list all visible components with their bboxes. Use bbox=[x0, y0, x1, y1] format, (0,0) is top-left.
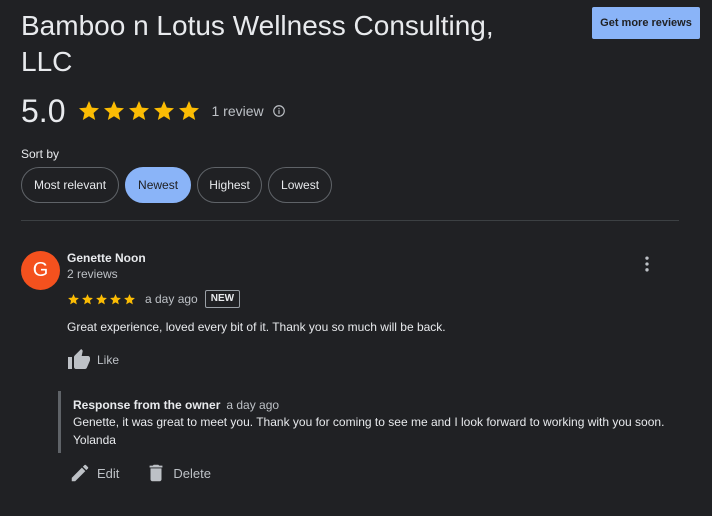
new-badge: NEW bbox=[204, 290, 241, 308]
sort-chip-lowest[interactable]: Lowest bbox=[268, 167, 333, 203]
reviewer-name[interactable]: Genette Noon bbox=[67, 251, 146, 265]
owner-response-label: Response from the owner bbox=[73, 398, 221, 412]
edit-button[interactable]: Edit bbox=[69, 462, 119, 484]
review-time: a day ago bbox=[145, 292, 198, 306]
star-icon bbox=[124, 293, 135, 304]
owner-response-text: Genette, it was great to meet you. Thank… bbox=[73, 415, 665, 447]
star-icon bbox=[79, 101, 100, 120]
review-count: 1 review bbox=[211, 103, 264, 119]
delete-label: Delete bbox=[173, 465, 211, 481]
star-icon bbox=[179, 101, 200, 120]
rating-summary: 5.0 1 review bbox=[21, 92, 286, 130]
delete-icon bbox=[149, 464, 163, 482]
owner-response: Response from the owner a day ago Genett… bbox=[58, 391, 688, 453]
edit-icon bbox=[71, 464, 89, 482]
sort-chip-newest[interactable]: Newest bbox=[125, 167, 192, 203]
rating-stars bbox=[77, 99, 201, 123]
divider bbox=[21, 220, 679, 221]
star-icon bbox=[104, 101, 125, 120]
more-vert-icon[interactable] bbox=[637, 254, 657, 274]
sort-chip-most-relevant[interactable]: Most relevant bbox=[21, 167, 120, 203]
star-icon bbox=[68, 293, 79, 304]
rating-value: 5.0 bbox=[21, 92, 66, 129]
review-text: Great experience, loved every bit of it.… bbox=[67, 320, 446, 334]
like-label: Like bbox=[97, 353, 120, 367]
sort-options: Most relevant Newest Highest Lowest bbox=[21, 167, 333, 203]
owner-response-time: a day ago bbox=[226, 398, 280, 412]
star-icon bbox=[129, 101, 150, 120]
star-icon bbox=[82, 293, 93, 304]
like-button[interactable]: Like bbox=[67, 348, 119, 372]
review-rating-row: a day ago NEW bbox=[67, 290, 241, 308]
sort-label: Sort by bbox=[21, 147, 60, 161]
info-icon[interactable] bbox=[272, 104, 286, 118]
delete-button[interactable]: Delete bbox=[145, 462, 211, 484]
star-icon bbox=[110, 293, 121, 304]
reviewer-review-count: 2 reviews bbox=[67, 267, 118, 281]
star-icon bbox=[154, 101, 175, 120]
business-title: Bamboo n Lotus Wellness Consulting, LLC bbox=[21, 10, 494, 77]
avatar[interactable]: G bbox=[21, 251, 60, 290]
review-stars bbox=[67, 293, 136, 306]
thumb-up-icon bbox=[68, 349, 90, 369]
star-icon bbox=[96, 293, 107, 304]
response-actions: Edit Delete bbox=[69, 462, 237, 484]
get-more-reviews-button[interactable]: Get more reviews bbox=[592, 7, 700, 39]
edit-label: Edit bbox=[97, 465, 120, 481]
sort-chip-highest[interactable]: Highest bbox=[197, 167, 263, 203]
